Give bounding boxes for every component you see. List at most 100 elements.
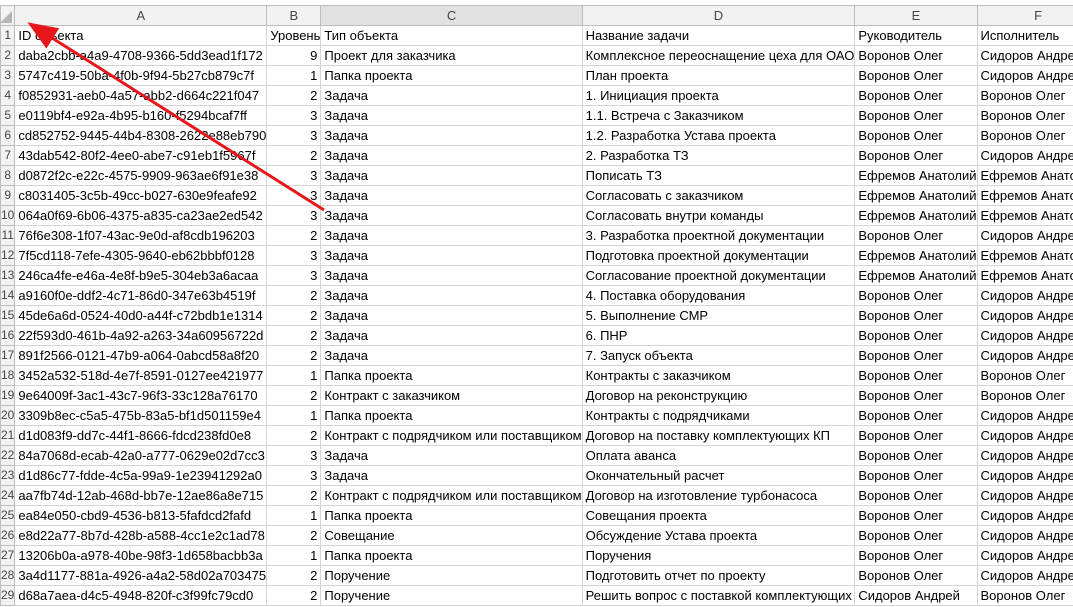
cell-b[interactable]: 2 [266, 285, 322, 306]
row-header[interactable]: 10 [0, 205, 16, 226]
cell-c[interactable]: Задача [320, 345, 583, 366]
cell-e[interactable]: Воронов Олег [854, 425, 978, 446]
cell-b[interactable]: 9 [266, 45, 322, 66]
row-header[interactable]: 13 [0, 265, 16, 286]
cell-d[interactable]: 6. ПНР [581, 325, 856, 346]
cell-c[interactable]: Папка проекта [320, 65, 583, 86]
cell-c[interactable]: Задача [320, 185, 583, 206]
cell-a[interactable]: 5747c419-50ba-4f0b-9f94-5b27cb879c7f [14, 65, 268, 86]
row-header[interactable]: 24 [0, 485, 16, 506]
cell-d[interactable]: 1. Инициация проекта [581, 85, 856, 106]
column-header-c[interactable]: C [320, 5, 583, 26]
row-header[interactable]: 29 [0, 585, 16, 606]
cell-a[interactable]: cd852752-9445-44b4-8308-2622e88eb790 [14, 125, 268, 146]
cell-a[interactable]: e0119bf4-e92a-4b95-b160-f5294bcaf7ff [14, 105, 268, 126]
cell-c[interactable]: Папка проекта [320, 405, 583, 426]
cell-c[interactable]: Контракт с подрядчиком или поставщиком [320, 485, 583, 506]
cell-b[interactable]: Уровень [266, 25, 322, 46]
cell-b[interactable]: 1 [266, 365, 322, 386]
cell-c[interactable]: Папка проекта [320, 505, 583, 526]
cell-d[interactable]: 1.2. Разработка Устава проекта [581, 125, 856, 146]
cell-a[interactable]: d1d86c77-fdde-4c5a-99a9-1e23941292a0 [14, 465, 268, 486]
cell-c[interactable]: Контракт с заказчиком [320, 385, 583, 406]
cell-a[interactable]: d0872f2c-e22c-4575-9909-963ae6f91e38 [14, 165, 268, 186]
cell-f[interactable]: Воронов Олег [976, 385, 1073, 406]
cell-a[interactable]: 064a0f69-6b06-4375-a835-ca23ae2ed542 [14, 205, 268, 226]
cell-e[interactable]: Воронов Олег [854, 445, 978, 466]
cell-a[interactable]: 84a7068d-ecab-42a0-a777-0629e02d7cc3 [14, 445, 268, 466]
cell-d[interactable]: Согласование проектной документации [581, 265, 856, 286]
cell-e[interactable]: Воронов Олег [854, 465, 978, 486]
cell-e[interactable]: Воронов Олег [854, 105, 978, 126]
cell-f[interactable]: Ефремов Анатолий [976, 185, 1073, 206]
cell-c[interactable]: Задача [320, 465, 583, 486]
cell-b[interactable]: 3 [266, 245, 322, 266]
cell-a[interactable]: 22f593d0-461b-4a92-a263-34a60956722d [14, 325, 268, 346]
row-header[interactable]: 21 [0, 425, 16, 446]
cell-f[interactable]: Сидоров Андрей [976, 225, 1073, 246]
row-header[interactable]: 7 [0, 145, 16, 166]
cell-b[interactable]: 1 [266, 505, 322, 526]
cell-f[interactable]: Ефремов Анатолий [976, 205, 1073, 226]
cell-f[interactable]: Сидоров Андрей [976, 345, 1073, 366]
cell-e[interactable]: Воронов Олег [854, 125, 978, 146]
column-header-d[interactable]: D [581, 5, 856, 26]
row-header[interactable]: 5 [0, 105, 16, 126]
cell-b[interactable]: 3 [266, 265, 322, 286]
cell-b[interactable]: 1 [266, 405, 322, 426]
cell-d[interactable]: 2. Разработка ТЗ [581, 145, 856, 166]
row-header[interactable]: 28 [0, 565, 16, 586]
cell-f[interactable]: Сидоров Андрей [976, 465, 1073, 486]
cell-d[interactable]: Согласовать с заказчиком [581, 185, 856, 206]
cell-b[interactable]: 2 [266, 525, 322, 546]
cell-b[interactable]: 2 [266, 145, 322, 166]
cell-a[interactable]: 3a4d1177-881a-4926-a4a2-58d02a703475 [14, 565, 268, 586]
cell-f[interactable]: Сидоров Андрей [976, 565, 1073, 586]
cell-d[interactable]: Договор на поставку комплектующих КП [581, 425, 856, 446]
cell-e[interactable]: Воронов Олег [854, 345, 978, 366]
row-header[interactable]: 18 [0, 365, 16, 386]
cell-c[interactable]: Тип объекта [320, 25, 583, 46]
cell-e[interactable]: Воронов Олег [854, 485, 978, 506]
cell-d[interactable]: Контракты с заказчиком [581, 365, 856, 386]
cell-a[interactable]: f0852931-aeb0-4a57-abb2-d664c221f047 [14, 85, 268, 106]
cell-b[interactable]: 2 [266, 85, 322, 106]
row-header[interactable]: 15 [0, 305, 16, 326]
column-header-a[interactable]: A [14, 5, 268, 26]
cell-f[interactable]: Сидоров Андрей [976, 445, 1073, 466]
cell-e[interactable]: Воронов Олег [854, 225, 978, 246]
cell-c[interactable]: Контракт с подрядчиком или поставщиком [320, 425, 583, 446]
cell-b[interactable]: 3 [266, 165, 322, 186]
cell-e[interactable]: Воронов Олег [854, 545, 978, 566]
cell-e[interactable]: Ефремов Анатолий [854, 245, 978, 266]
cell-f[interactable]: Сидоров Андрей [976, 425, 1073, 446]
cell-a[interactable]: 3309b8ec-c5a5-475b-83a5-bf1d501159e4 [14, 405, 268, 426]
row-header[interactable]: 9 [0, 185, 16, 206]
cell-f[interactable]: Воронов Олег [976, 365, 1073, 386]
row-header[interactable]: 11 [0, 225, 16, 246]
cell-c[interactable]: Задача [320, 205, 583, 226]
cell-e[interactable]: Ефремов Анатолий [854, 205, 978, 226]
cell-d[interactable]: Подготовить отчет по проекту [581, 565, 856, 586]
cell-c[interactable]: Задача [320, 225, 583, 246]
cell-e[interactable]: Воронов Олег [854, 65, 978, 86]
cell-c[interactable]: Папка проекта [320, 365, 583, 386]
cell-c[interactable]: Задача [320, 105, 583, 126]
cell-a[interactable]: e8d22a77-8b7d-428b-a588-4cc1e2c1ad78 [14, 525, 268, 546]
cell-d[interactable]: Договор на реконструкцию [581, 385, 856, 406]
cell-d[interactable]: Совещания проекта [581, 505, 856, 526]
select-all-corner[interactable] [0, 5, 16, 26]
cell-e[interactable]: Руководитель [854, 25, 978, 46]
cell-e[interactable]: Воронов Олег [854, 45, 978, 66]
cell-c[interactable]: Задача [320, 165, 583, 186]
cell-d[interactable]: Поручения [581, 545, 856, 566]
row-header[interactable]: 19 [0, 385, 16, 406]
row-header[interactable]: 2 [0, 45, 16, 66]
cell-f[interactable]: Сидоров Андрей [976, 505, 1073, 526]
cell-e[interactable]: Ефремов Анатолий [854, 185, 978, 206]
cell-e[interactable]: Воронов Олег [854, 85, 978, 106]
cell-a[interactable]: 7f5cd118-7efe-4305-9640-eb62bbbf0128 [14, 245, 268, 266]
cell-a[interactable]: 246ca4fe-e46a-4e8f-b9e5-304eb3a6acaa [14, 265, 268, 286]
cell-e[interactable]: Воронов Олег [854, 525, 978, 546]
cell-d[interactable]: Название задачи [581, 25, 856, 46]
